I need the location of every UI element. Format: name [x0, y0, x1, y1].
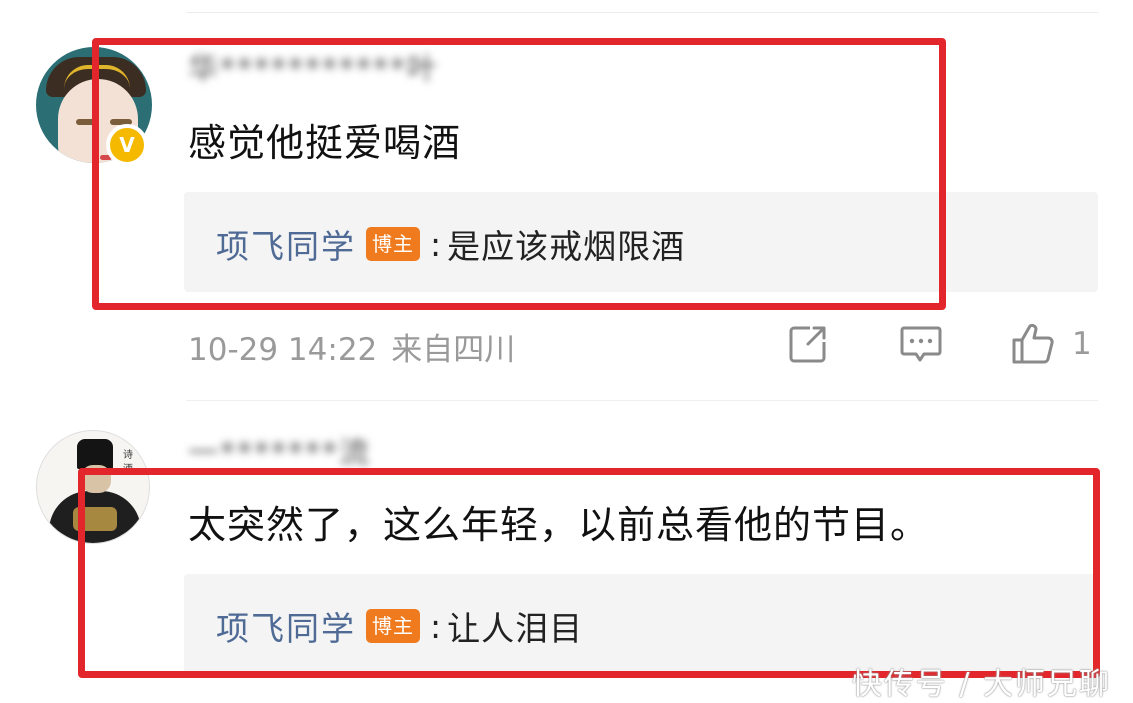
like-button[interactable]: 1 [1010, 322, 1092, 366]
comment-text: 感觉他挺爱喝酒 [188, 121, 462, 165]
avatar[interactable]: 诗酒 [36, 430, 150, 544]
reply-separator: : [430, 606, 442, 646]
like-count: 1 [1072, 326, 1092, 362]
reply-line: 项飞同学 博主 : 让人泪目 [216, 602, 583, 650]
avatar-calligraphy: 诗酒 [123, 450, 133, 475]
reply-text: 让人泪目 [447, 609, 584, 648]
comment-username[interactable]: 一*******流 [188, 428, 371, 472]
reply-author-link[interactable]: 项飞同学 [216, 602, 356, 650]
reply-line: 项飞同学 博主 : 是应该戒烟限酒 [216, 220, 685, 268]
blogger-badge: 博主 [366, 227, 420, 261]
reply-box[interactable]: 项飞同学 博主 : 是应该戒烟限酒 [184, 192, 1098, 292]
comment-username[interactable]: 华***********叶 [188, 44, 439, 88]
share-button[interactable] [786, 322, 830, 366]
share-icon [789, 326, 826, 363]
top-divider [186, 12, 1098, 13]
comment-icon [900, 326, 942, 362]
comment-location: 来自四川 [391, 332, 516, 368]
comment-divider [186, 400, 1098, 401]
blogger-badge: 博主 [366, 609, 420, 643]
comment-text: 太突然了，这么年轻，以前总看他的节目。 [188, 503, 930, 547]
reply-separator: : [430, 224, 442, 264]
verified-badge-icon: V [106, 124, 148, 166]
reply-author-link[interactable]: 项飞同学 [216, 220, 356, 268]
reply-text: 是应该戒烟限酒 [447, 227, 686, 266]
like-icon [1012, 323, 1054, 364]
comment-button[interactable] [898, 322, 944, 366]
comment-meta: 10-29 14:22 来自四川 [188, 324, 515, 369]
comment-timestamp: 10-29 14:22 [188, 332, 378, 368]
watermark: 快传号 / 大师兄聊 [851, 667, 1111, 702]
